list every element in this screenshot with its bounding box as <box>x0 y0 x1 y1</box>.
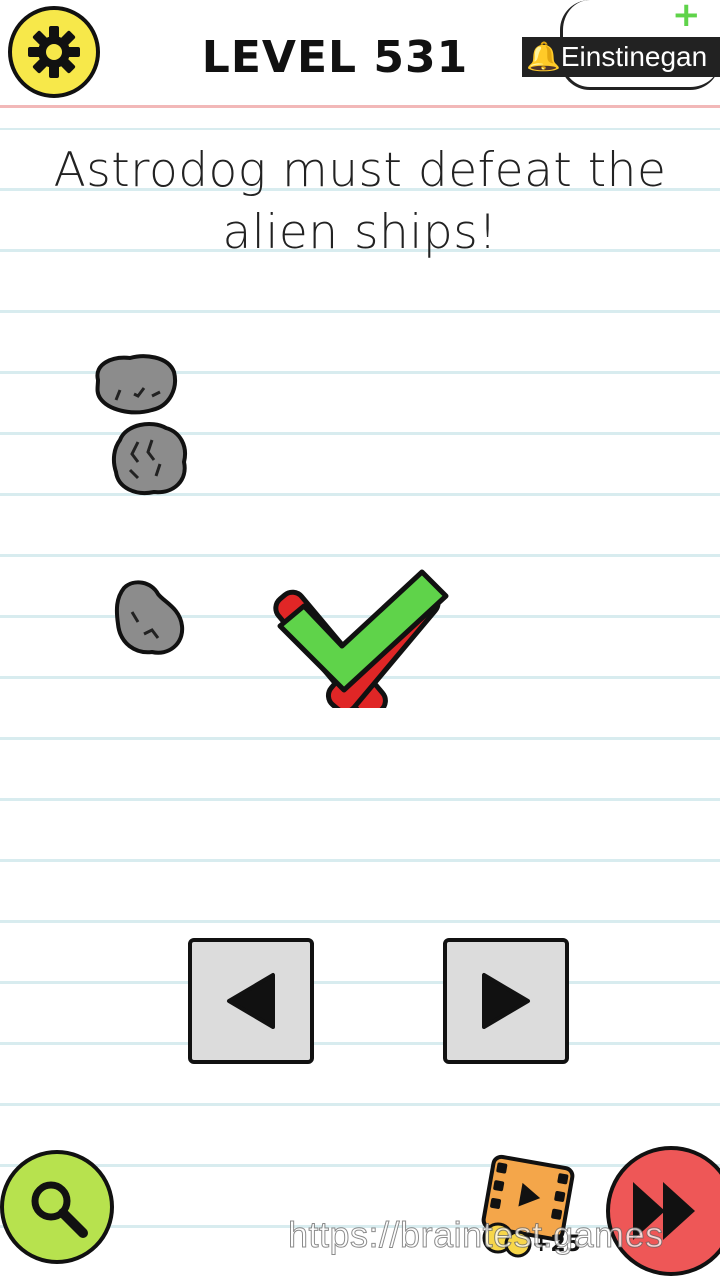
hint-button[interactable] <box>0 1150 114 1264</box>
skip-level-button[interactable] <box>606 1146 720 1276</box>
puzzle-question: Astrodog must defeat the alien ships! <box>53 143 667 260</box>
magnifier-icon <box>31 1181 88 1238</box>
gear-icon <box>28 26 80 78</box>
settings-button[interactable] <box>8 6 100 98</box>
move-right-button[interactable] <box>443 938 569 1064</box>
rock-icon[interactable] <box>108 418 192 498</box>
promo-banner[interactable]: 🔔Einstinegan <box>522 37 720 77</box>
triangle-right-icon <box>482 973 530 1029</box>
plus-icon: + <box>672 0 701 35</box>
check-over-cross-icon <box>273 569 449 708</box>
move-left-button[interactable] <box>188 938 314 1064</box>
rock-icon[interactable] <box>90 350 180 416</box>
triangle-left-icon <box>227 973 275 1029</box>
rock-icon[interactable] <box>110 578 190 658</box>
bell-icon: 🔔 <box>526 41 561 72</box>
level-title: LEVEL 531 <box>201 32 469 83</box>
top-bar: LEVEL 531 + 🔔Einstinegan <box>0 0 720 108</box>
watermark: https://braintest.games <box>288 1214 664 1256</box>
promo-text: Einstinegan <box>560 41 708 72</box>
